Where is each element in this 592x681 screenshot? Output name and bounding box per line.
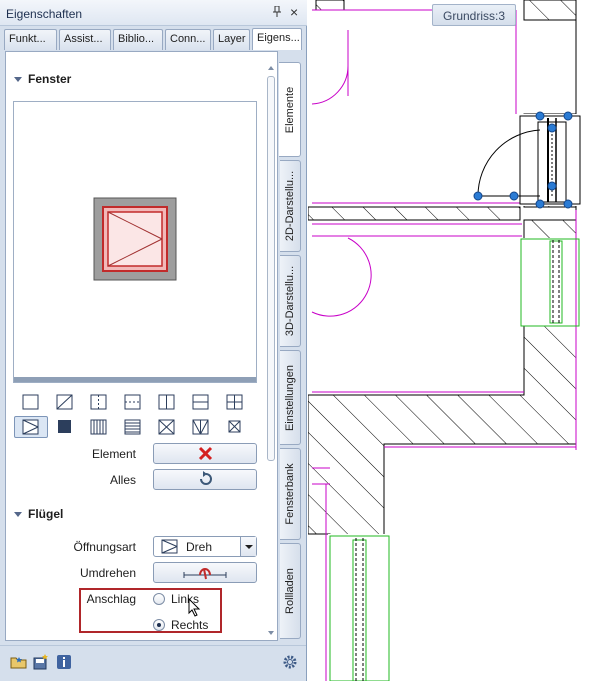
scrollbar-thumb[interactable] (267, 76, 275, 461)
oeffnungsart-value: Dreh (186, 540, 213, 554)
flip-icon (183, 568, 227, 580)
pin-icon[interactable] (272, 5, 282, 21)
tilt-pane-icon[interactable] (190, 416, 212, 438)
info-icon[interactable] (56, 654, 72, 673)
selected-window[interactable] (473, 111, 581, 209)
scroll-down-icon[interactable] (268, 631, 274, 635)
side-tab-einstellungen[interactable]: Einstellungen (280, 350, 301, 445)
properties-content: Fenster Element Alles Flügel Öffnungsart… (5, 51, 278, 641)
element-delete-button[interactable] (153, 443, 257, 464)
tab-connect[interactable]: Conn... (165, 29, 211, 50)
drawing-canvas[interactable] (307, 0, 592, 681)
vertical-split-icon[interactable] (156, 391, 178, 413)
close-icon[interactable]: × (290, 4, 298, 20)
panel-scrollbar[interactable] (264, 66, 276, 636)
next-field-edge (153, 640, 203, 641)
casement-type-icon (161, 539, 178, 554)
single-pane-icon[interactable] (20, 391, 42, 413)
tab-bibliothek[interactable]: Biblio... (113, 29, 163, 50)
side-tab-elemente[interactable]: Elemente (279, 62, 301, 157)
window-preview (13, 101, 257, 383)
horizontal-split-icon[interactable] (190, 391, 212, 413)
properties-panel: Eigenschaften × Funkt... Assist... Bibli… (0, 0, 307, 681)
division-icon-row (14, 391, 264, 413)
diagonal-pane-icon[interactable] (54, 391, 76, 413)
tab-funktionen[interactable]: Funkt... (4, 29, 57, 50)
vertical-dashed-icon[interactable] (88, 391, 110, 413)
umdrehen-button[interactable] (153, 562, 257, 583)
section-fluegel-header[interactable]: Flügel (14, 507, 63, 521)
cross-split-icon[interactable] (224, 391, 246, 413)
tab-layer[interactable]: Layer (213, 29, 250, 50)
anschlag-highlight-box (79, 588, 222, 633)
side-tab-rollladen[interactable]: Rollladen (280, 543, 301, 639)
panel-tabs: Funkt... Assist... Biblio... Conn... Lay… (4, 28, 304, 51)
chevron-down-icon[interactable] (240, 537, 256, 556)
opening-type-icon-row (14, 416, 264, 438)
x-pane-icon[interactable] (156, 416, 178, 438)
side-tab-3d-darstellung[interactable]: 3D-Darstellu... (280, 255, 301, 347)
alles-reset-button[interactable] (153, 469, 257, 490)
collapse-triangle-icon (14, 512, 22, 518)
casement-open-icon[interactable] (14, 416, 48, 438)
alles-label: Alles (109, 473, 136, 487)
floor-plan-drawing[interactable] (307, 0, 592, 681)
element-label: Element (91, 447, 136, 461)
horizontal-dashed-icon[interactable] (122, 391, 144, 413)
settings-gear-icon[interactable] (282, 654, 298, 673)
oeffnungsart-label: Öffnungsart (73, 540, 136, 554)
open-favorite-icon[interactable] (10, 654, 28, 673)
side-tab-2d-darstellung[interactable]: 2D-Darstellu... (280, 160, 301, 252)
panel-title: Eigenschaften (6, 7, 83, 21)
preview-scrollbar (14, 377, 256, 382)
view-name-tag[interactable]: Grundriss:3 (432, 4, 516, 26)
scroll-up-icon[interactable] (268, 66, 274, 70)
red-x-icon (198, 446, 213, 461)
side-tab-strip: Elemente 2D-Darstellu... 3D-Darstellu...… (279, 62, 302, 642)
collapse-triangle-icon (14, 77, 22, 83)
fixed-pane-icon[interactable] (54, 416, 76, 438)
side-tab-fensterbank[interactable]: Fensterbank (280, 448, 301, 540)
reset-arrow-icon (200, 471, 212, 485)
horizontal-lines-icon[interactable] (122, 416, 144, 438)
umdrehen-label: Umdrehen (79, 566, 136, 580)
next-field-edge (206, 640, 257, 641)
section-fluegel-title: Flügel (28, 507, 64, 521)
section-fenster-title: Fenster (28, 72, 72, 86)
tab-eigenschaften[interactable]: Eigens... (252, 28, 302, 50)
oeffnungsart-select[interactable]: Dreh (153, 536, 257, 557)
tab-assistent[interactable]: Assist... (59, 29, 111, 50)
save-favorite-icon[interactable] (32, 654, 50, 673)
panel-bottom-toolbar (0, 645, 306, 681)
panel-title-bar: Eigenschaften × (0, 0, 307, 26)
window-preview-graphic (93, 197, 177, 281)
vertical-lines-icon[interactable] (88, 416, 110, 438)
section-fenster-header[interactable]: Fenster (14, 72, 71, 86)
small-x-pane-icon[interactable] (224, 416, 246, 438)
